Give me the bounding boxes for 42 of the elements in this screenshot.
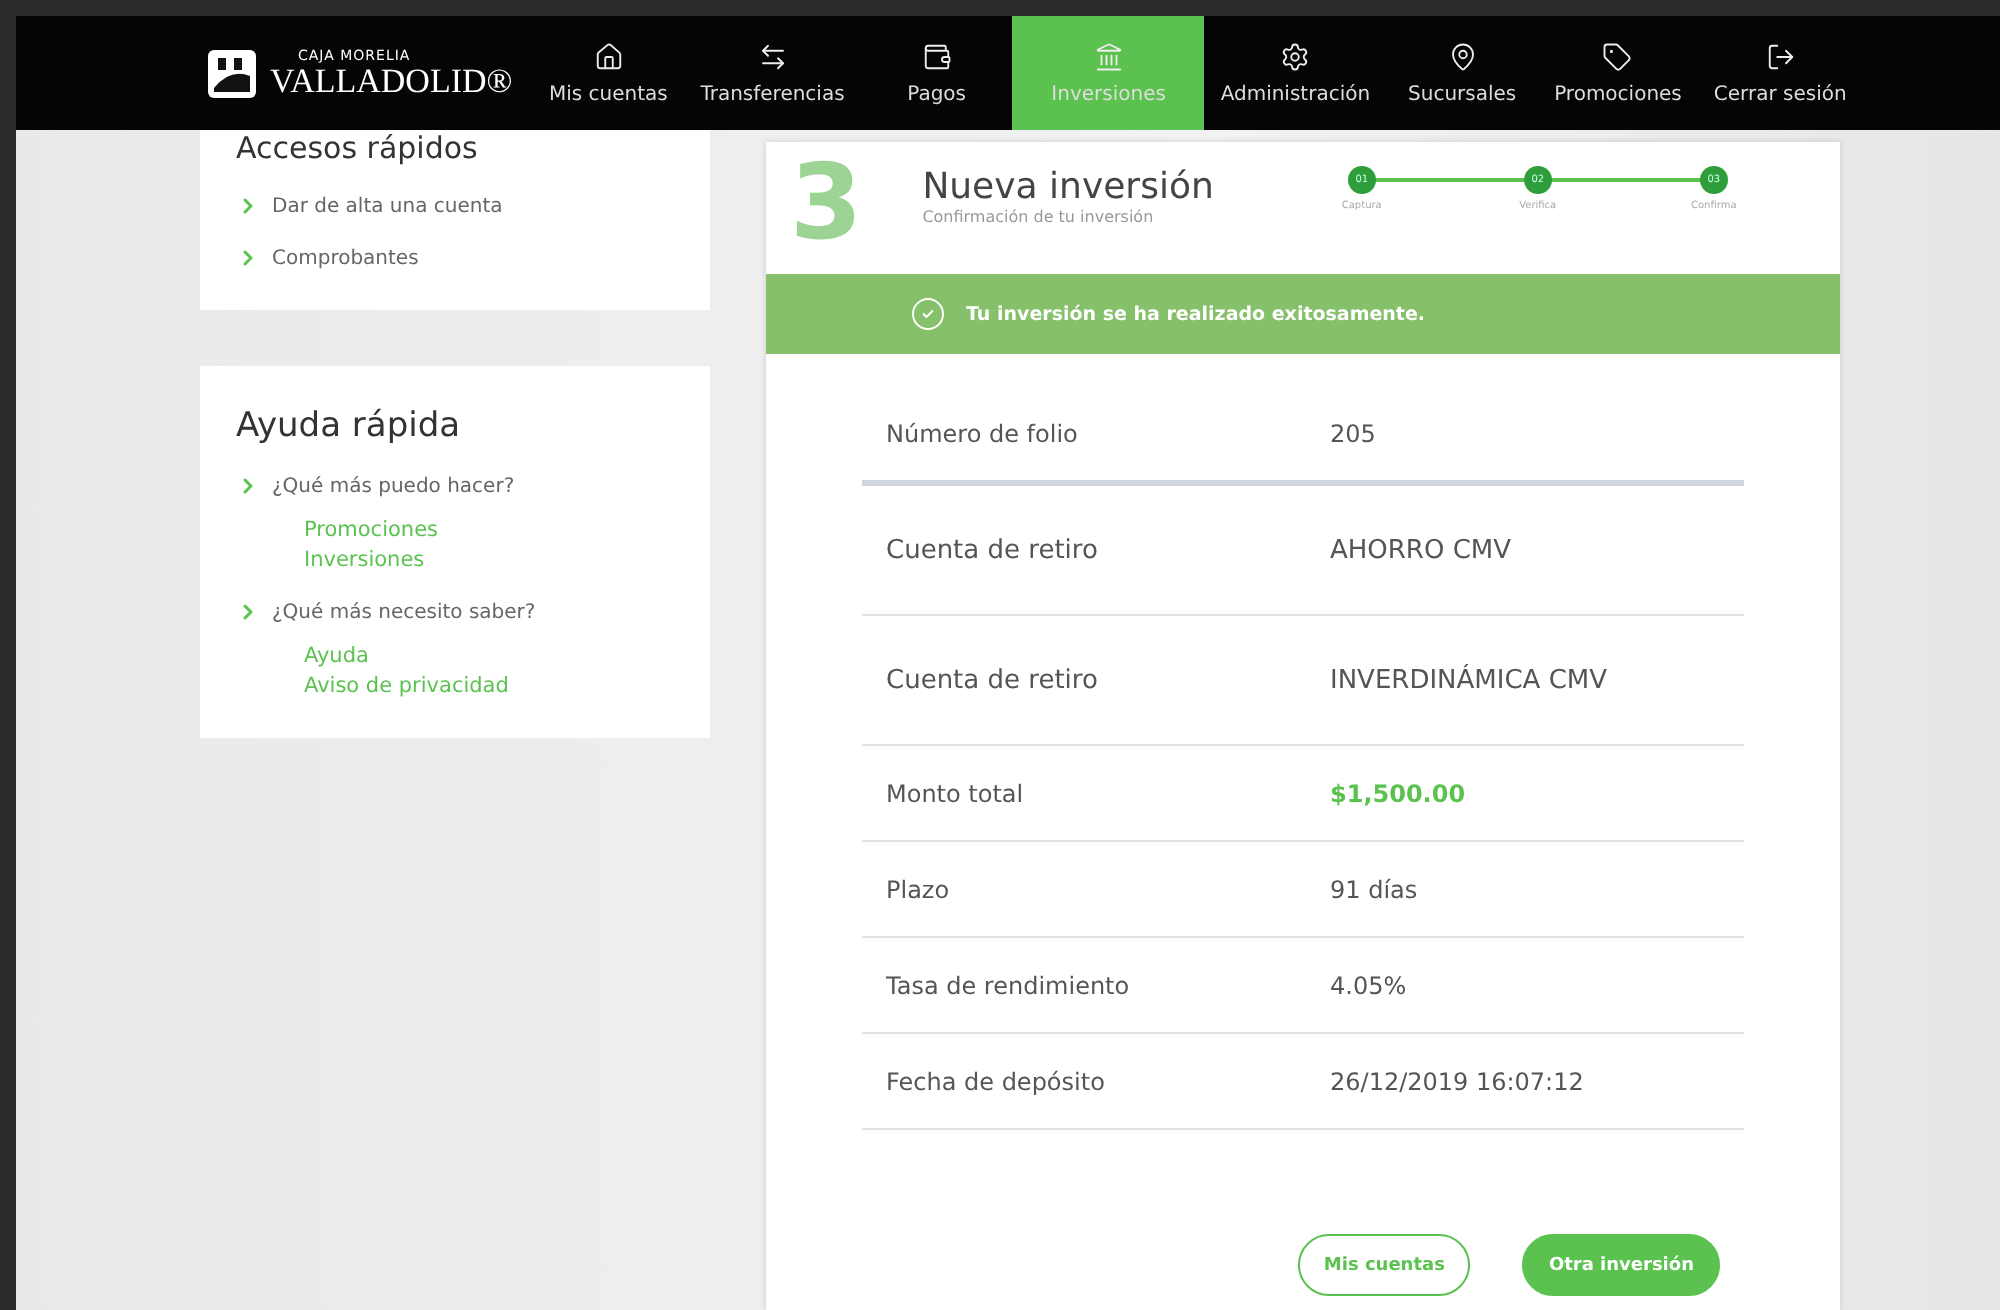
field-label: Plazo <box>884 875 952 903</box>
arrows-icon <box>757 41 788 71</box>
field-label: Cuenta de retiro <box>884 665 1100 695</box>
settings-icon <box>1280 41 1311 71</box>
home-icon <box>593 41 624 71</box>
wallet-icon <box>921 41 952 71</box>
logout-icon <box>1765 41 1796 71</box>
field-label: Cuenta de retiro <box>884 535 1100 565</box>
card-title: Accesos rápidos <box>236 130 480 166</box>
field-label: Monto total <box>884 779 1026 807</box>
nav-tab[interactable]: Sucursales <box>1386 16 1539 130</box>
building-icon <box>1093 41 1124 71</box>
field-value: 4.05% <box>1330 971 1407 999</box>
success-message: Tu inversión se ha realizado exitosamente. <box>966 303 1426 325</box>
nav-tab[interactable]: Transferencias <box>684 16 861 130</box>
help-question: ¿Qué más puedo hacer? <box>272 475 515 497</box>
field-value: INVERDINÁMICA CMV <box>1330 665 1607 695</box>
card-title: Ayuda rápida <box>236 406 463 446</box>
map-pin-icon <box>1447 41 1478 71</box>
field-label: Fecha de depósito <box>884 1067 1107 1095</box>
help-question: ¿Qué más necesito saber? <box>272 601 536 623</box>
quick-link[interactable]: Dar de alta una cuenta <box>272 195 503 217</box>
field-value: AHORRO CMV <box>1330 535 1512 565</box>
nav-tab[interactable]: Mis cuentas <box>532 16 685 130</box>
card-title: Nueva inversión <box>922 166 1214 208</box>
card-subtitle: Confirmación de tu inversión <box>922 208 1156 226</box>
nav-tab[interactable]: Pagos <box>860 16 1013 130</box>
field-label: Tasa de rendimiento <box>884 971 1132 999</box>
field-value: $1,500.00 <box>1330 779 1466 807</box>
field-value: 205 <box>1330 419 1376 447</box>
field-value: 26/12/2019 16:07:12 <box>1330 1067 1584 1095</box>
brand-name: VALLADOLID® <box>270 64 513 98</box>
nav-tab[interactable]: Promociones <box>1538 16 1698 130</box>
field-value: 91 días <box>1330 875 1418 903</box>
quick-link[interactable]: Comprobantes <box>272 247 419 269</box>
logo-icon <box>206 47 258 99</box>
check-circle-icon <box>910 296 946 332</box>
field-label: Número de folio <box>884 419 1080 447</box>
step-number: 3 <box>790 150 863 258</box>
nav-tab[interactable]: Administración <box>1204 16 1387 130</box>
tag-icon <box>1602 41 1633 71</box>
nav-tab[interactable]: Cerrar sesión <box>1697 16 1863 130</box>
